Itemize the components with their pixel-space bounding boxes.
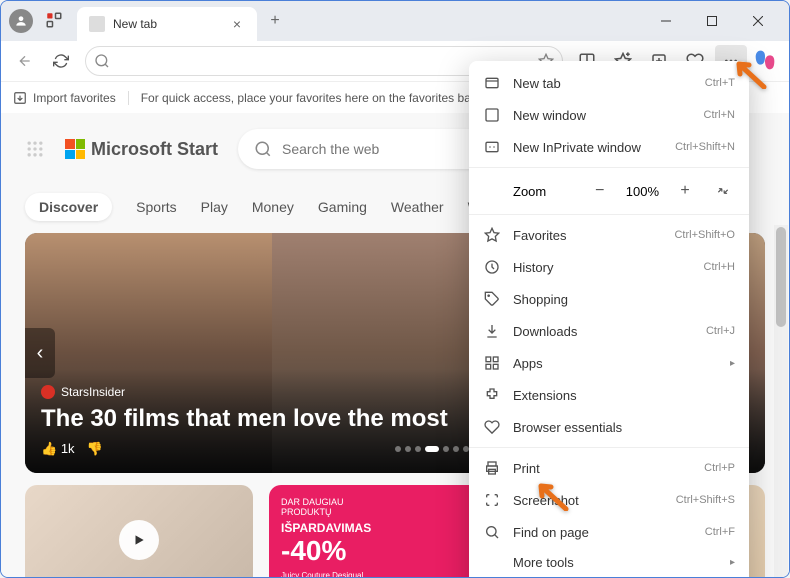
menu-apps[interactable]: Apps ▸ [469,347,749,379]
tab-close-button[interactable]: × [229,16,245,32]
search-icon [254,140,272,158]
titlebar: New tab × + [1,1,789,41]
tab-favicon [89,16,105,32]
nav-tab-sports[interactable]: Sports [136,193,176,221]
annotation-arrow [531,481,571,516]
menu-history[interactable]: History Ctrl+H [469,251,749,283]
search-icon [94,53,110,69]
find-icon [483,523,501,541]
like-button[interactable]: 👍 1k [41,441,75,457]
minimize-button[interactable] [643,5,689,37]
new-tab-button[interactable]: + [261,7,289,35]
chevron-right-icon: ▸ [730,358,735,369]
profile-icon[interactable] [9,9,33,33]
menu-screenshot[interactable]: Screenshot Ctrl+Shift+S [469,484,749,516]
chevron-right-icon: ▸ [730,557,735,568]
nav-tab-weather[interactable]: Weather [391,193,444,221]
carousel-dots [395,446,469,452]
menu-new-tab[interactable]: New tab Ctrl+T [469,67,749,99]
zoom-out-button[interactable]: − [588,179,612,203]
downloads-icon [483,322,501,340]
import-icon [13,91,27,105]
zoom-in-button[interactable]: + [673,179,697,203]
extensions-icon [483,386,501,404]
annotation-arrow [729,59,769,94]
essentials-icon [483,418,501,436]
close-window-button[interactable] [735,5,781,37]
menu-essentials[interactable]: Browser essentials [469,411,749,443]
maximize-button[interactable] [689,5,735,37]
scroll-thumb[interactable] [776,227,786,327]
menu-more-tools[interactable]: More tools ▸ [469,548,749,577]
print-icon [483,459,501,477]
history-icon [483,258,501,276]
settings-menu: New tab Ctrl+T New window Ctrl+N New InP… [469,61,749,578]
nav-tab-discover[interactable]: Discover [25,193,112,221]
shopping-icon [483,290,501,308]
tab-title: New tab [113,17,221,31]
microsoft-start-logo[interactable]: Microsoft Start [65,139,218,160]
menu-print[interactable]: Print Ctrl+P [469,452,749,484]
zoom-value: 100% [626,184,659,199]
menu-zoom: Zoom − 100% + [469,172,749,210]
video-card[interactable] [25,485,253,578]
screenshot-icon [483,491,501,509]
refresh-button[interactable] [45,45,77,77]
menu-new-window[interactable]: New window Ctrl+N [469,99,749,131]
browser-tab[interactable]: New tab × [77,7,257,41]
apps-grid-icon[interactable] [25,139,45,159]
scrollbar[interactable] [774,225,788,578]
nav-tab-money[interactable]: Money [252,193,294,221]
back-button[interactable] [9,45,41,77]
menu-find[interactable]: Find on page Ctrl+F [469,516,749,548]
workspaces-icon[interactable] [45,11,65,31]
fullscreen-button[interactable] [711,179,735,203]
new-tab-icon [483,74,501,92]
menu-extensions[interactable]: Extensions [469,379,749,411]
browser-window: New tab × + Import favorites [0,0,790,578]
menu-downloads[interactable]: Downloads Ctrl+J [469,315,749,347]
import-favorites-button[interactable]: Import favorites [13,91,129,105]
menu-favorites[interactable]: Favorites Ctrl+Shift+O [469,219,749,251]
menu-inprivate[interactable]: New InPrivate window Ctrl+Shift+N [469,131,749,163]
new-window-icon [483,106,501,124]
window-controls [643,5,781,37]
nav-tab-gaming[interactable]: Gaming [318,193,367,221]
import-favorites-label: Import favorites [33,91,116,105]
microsoft-logo-icon [65,139,85,159]
inprivate-icon [483,138,501,156]
nav-tab-play[interactable]: Play [201,193,228,221]
apps-icon [483,354,501,372]
favorites-icon [483,226,501,244]
dislike-button[interactable]: 👎 [87,441,103,457]
play-icon [119,520,159,560]
menu-shopping[interactable]: Shopping [469,283,749,315]
